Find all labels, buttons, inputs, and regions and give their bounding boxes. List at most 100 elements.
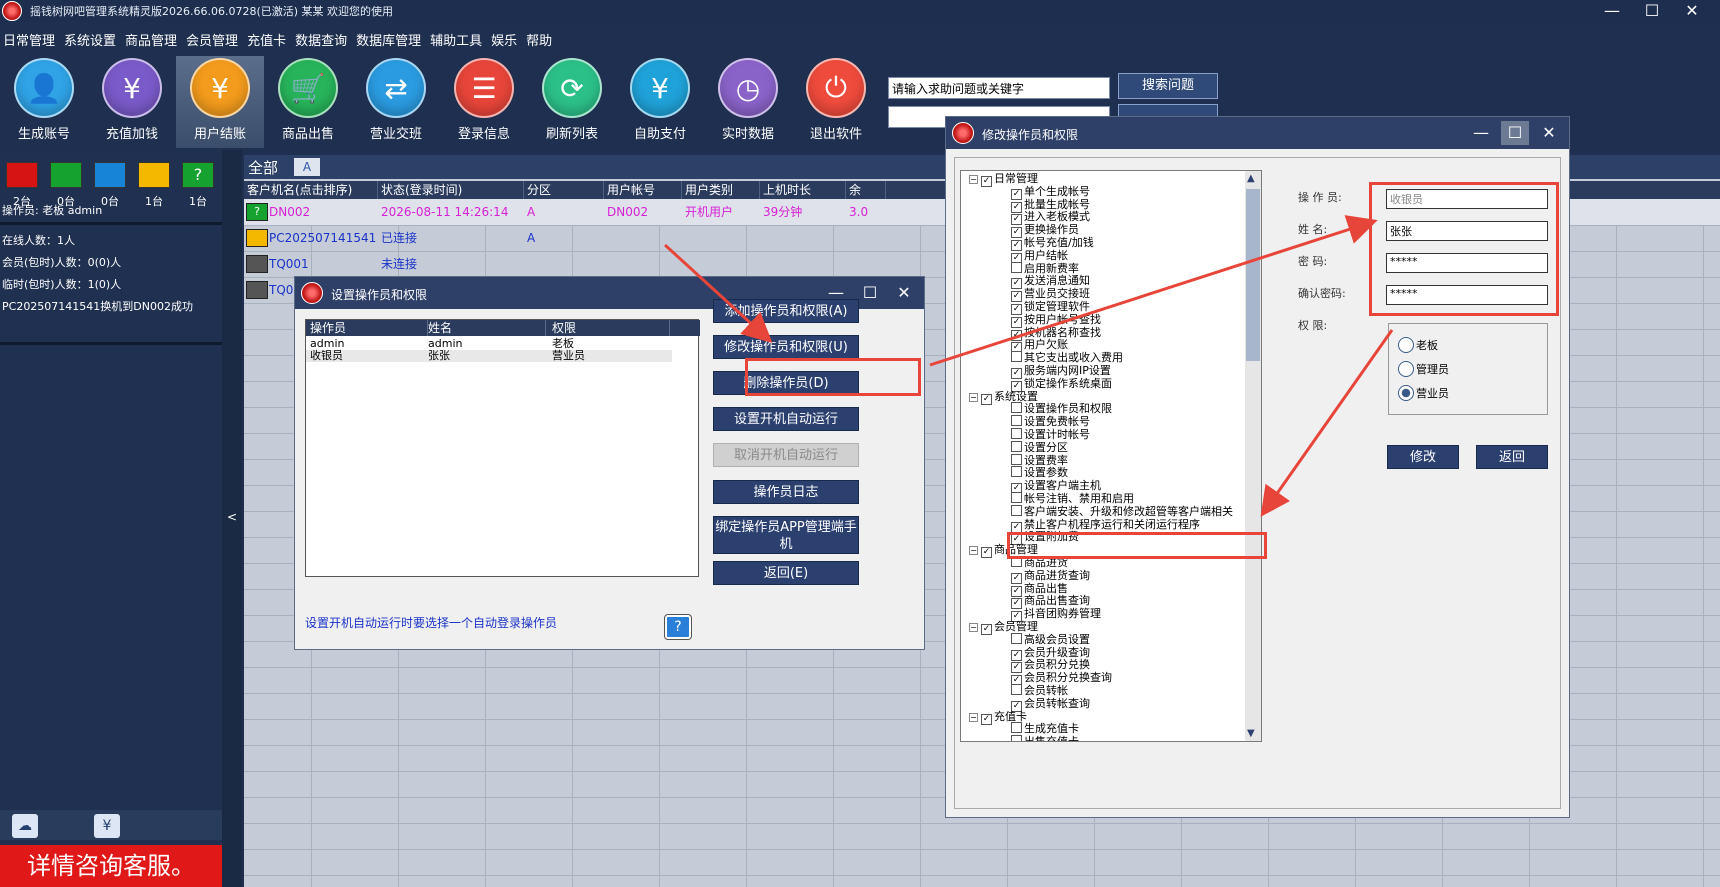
tab-a[interactable]: A <box>294 158 320 176</box>
tab-all[interactable]: 全部 <box>244 157 282 179</box>
menu-item[interactable]: 商品管理 <box>122 30 183 54</box>
close-icon[interactable]: ✕ <box>1535 121 1563 145</box>
checkbox-icon[interactable] <box>1011 722 1022 734</box>
toolbar-self-pay-button[interactable]: ¥ 自助支付 <box>616 56 704 148</box>
modify-operator-button[interactable]: 修改操作员和权限(U) <box>713 335 859 359</box>
help-icon[interactable]: ? <box>664 614 692 640</box>
monitor-icon: ? <box>182 162 214 188</box>
checkbox-icon[interactable] <box>1011 492 1022 503</box>
checkbox-icon[interactable] <box>1011 351 1022 363</box>
yen-icon[interactable]: ¥ <box>94 814 120 838</box>
list-column-header[interactable]: 操作员 <box>310 320 428 336</box>
toolbar-add-user-button[interactable]: 👤 生成账号 <box>0 56 88 148</box>
status-filter[interactable]: ? 1台 <box>176 162 220 209</box>
permission-radio[interactable]: 老板 <box>1398 337 1438 353</box>
permission-radio[interactable]: 管理员 <box>1398 361 1449 377</box>
toolbar-label: 实时数据 <box>721 127 774 142</box>
checkbox-checked-icon[interactable]: ✓ <box>981 547 992 559</box>
menu-item[interactable]: 数据查询 <box>292 30 353 54</box>
search-input[interactable]: 请输入求助问题或关键字 <box>888 77 1110 99</box>
toolbar-refresh-button[interactable]: ⟳ 刷新列表 <box>528 56 616 148</box>
toolbar-login-info-button[interactable]: ☰ 登录信息 <box>440 56 528 148</box>
checkbox-checked-icon[interactable]: ✓ <box>981 393 992 405</box>
toolbar-shift-button[interactable]: ⇄ 营业交班 <box>352 56 440 148</box>
divider <box>0 342 222 345</box>
list-item[interactable]: 收银员 张张 营业员 <box>306 350 672 362</box>
column-header[interactable]: 状态(登录时间) <box>378 181 524 199</box>
checkbox-icon[interactable] <box>1011 735 1022 741</box>
back-button[interactable]: 返回 <box>1476 445 1548 469</box>
menu-item[interactable]: 日常管理 <box>0 30 61 54</box>
checkbox-checked-icon[interactable]: ✓ <box>981 624 992 635</box>
column-header[interactable]: 用户类别 <box>682 181 760 199</box>
tree-label: 设置计时帐号 <box>1024 428 1090 441</box>
checkbox-checked-icon[interactable]: ✓ <box>981 176 992 187</box>
toolbar-yen-button[interactable]: ¥ 充值加钱 <box>88 56 176 148</box>
checkbox-icon[interactable] <box>1011 453 1022 465</box>
menu-item[interactable]: 充值卡 <box>244 30 292 54</box>
collapse-icon[interactable]: − <box>969 546 978 556</box>
permission-radio[interactable]: 营业员 <box>1398 385 1449 401</box>
toolbar-cart-button[interactable]: 🛒 商品出售 <box>264 56 352 148</box>
list-column-header[interactable]: 姓名 <box>428 320 546 336</box>
status-filter[interactable]: 1台 <box>132 162 176 209</box>
cancel-autorun-button[interactable]: 取消开机自动运行 <box>713 443 859 467</box>
checkbox-icon[interactable] <box>1011 261 1022 273</box>
tree-scrollbar[interactable]: ▲ ▼ <box>1245 171 1261 741</box>
maximize-icon[interactable]: ☐ <box>1632 0 1672 22</box>
checkbox-icon[interactable] <box>1011 684 1022 695</box>
list-item[interactable]: admin admin 老板 <box>306 338 672 350</box>
operator-list[interactable]: 操作员 姓名 权限 admin admin 老板 收银员 张张 营业员 <box>305 319 700 577</box>
minimize-icon[interactable]: — <box>1467 121 1495 145</box>
checkbox-icon[interactable] <box>1011 632 1022 644</box>
scroll-up-icon[interactable]: ▲ <box>1247 173 1255 184</box>
column-header[interactable]: 用户帐号 <box>604 181 682 199</box>
toolbar-realtime-button[interactable]: ◷ 实时数据 <box>704 56 792 148</box>
menu-item[interactable]: 辅助工具 <box>427 30 488 54</box>
search-button[interactable]: 搜索问题 <box>1118 73 1218 99</box>
modify-button[interactable]: 修改 <box>1387 445 1459 469</box>
permission-tree[interactable]: − ✓ 日常管理 ✓ 单个生成帐号 ✓ 批量生成帐号 ✓ 进入老板模式 ✓ 更换操作员 ✓ 帐号充值/加… <box>960 170 1262 742</box>
menu-item[interactable]: 数据库管理 <box>353 30 427 54</box>
scroll-thumb[interactable] <box>1246 189 1260 361</box>
maximize-icon[interactable]: ☐ <box>1501 121 1529 145</box>
list-column-header[interactable]: 权限 <box>552 320 670 336</box>
checkbox-icon[interactable] <box>1011 415 1022 427</box>
menu-item[interactable]: 会员管理 <box>183 30 244 54</box>
set-autorun-button[interactable]: 设置开机自动运行 <box>713 407 859 431</box>
support-banner[interactable]: 详情咨询客服。 <box>0 845 222 887</box>
checkbox-checked-icon[interactable]: ✓ <box>981 713 992 725</box>
menu-item[interactable]: 娱乐 <box>488 30 523 54</box>
checkbox-icon[interactable] <box>1011 440 1022 452</box>
collapse-panel-button[interactable]: < <box>222 150 242 887</box>
tree-item[interactable]: 出售充值卡 <box>1011 735 1079 741</box>
collapse-icon[interactable]: − <box>969 623 978 632</box>
menu-item[interactable]: 系统设置 <box>61 30 122 54</box>
column-header[interactable]: 上机时长 <box>760 181 846 199</box>
column-header[interactable]: 分区 <box>524 181 604 199</box>
cloud-icon[interactable]: ☁ <box>12 814 38 838</box>
add-operator-button[interactable]: 添加操作员和权限(A) <box>713 299 859 323</box>
return-button[interactable]: 返回(E) <box>713 561 859 585</box>
close-icon[interactable]: ✕ <box>890 281 918 305</box>
checkbox-icon[interactable] <box>1011 428 1022 439</box>
collapse-icon[interactable]: − <box>969 712 978 722</box>
operator-log-button[interactable]: 操作员日志 <box>713 480 859 504</box>
minimize-icon[interactable]: — <box>1592 0 1632 22</box>
bind-app-phone-button[interactable]: 绑定操作员APP管理端手机 <box>713 516 859 554</box>
toolbar-power-button[interactable]: ⏻ 退出软件 <box>792 56 880 148</box>
scroll-down-icon[interactable]: ▼ <box>1247 728 1255 739</box>
checkbox-icon[interactable] <box>1011 504 1022 516</box>
collapse-icon[interactable]: − <box>969 175 978 184</box>
collapse-icon[interactable]: − <box>969 392 978 402</box>
highlight-form <box>1369 182 1559 316</box>
close-icon[interactable]: ✕ <box>1672 0 1712 22</box>
toolbar-cashier-button[interactable]: ¥ 用户结账 <box>176 56 264 148</box>
column-header[interactable]: 余 <box>846 181 886 199</box>
checkbox-icon[interactable] <box>1011 466 1022 478</box>
maximize-icon[interactable]: ☐ <box>856 281 884 305</box>
menu-item[interactable]: 帮助 <box>523 30 558 54</box>
table-cell <box>760 251 846 277</box>
column-header[interactable]: 客户机名(点击排序) <box>244 181 378 199</box>
checkbox-icon[interactable] <box>1011 402 1022 414</box>
